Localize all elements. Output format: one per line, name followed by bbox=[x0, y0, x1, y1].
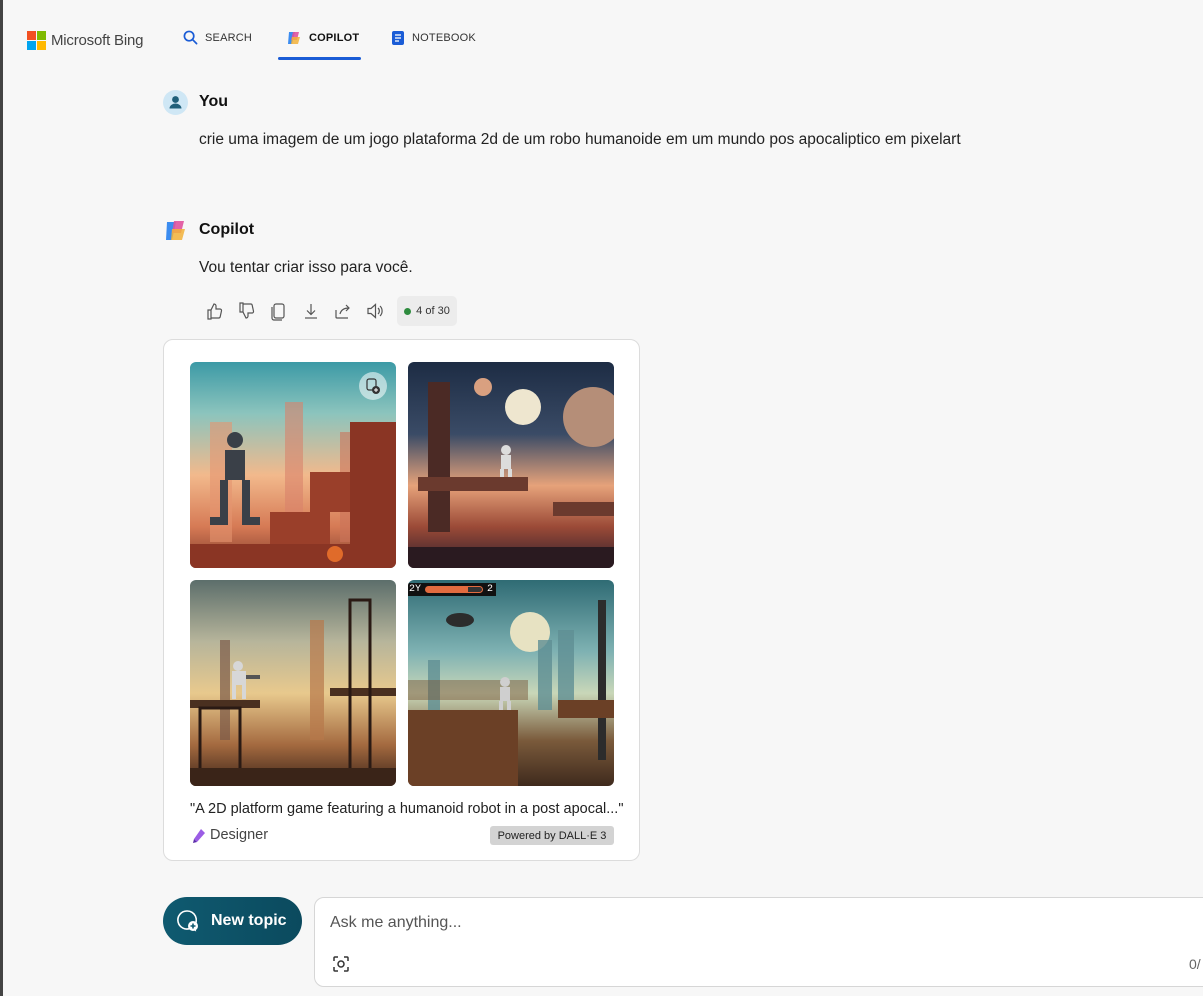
chat-composer: 0/ bbox=[314, 897, 1203, 987]
search-icon bbox=[183, 30, 198, 45]
thumbs-up-icon[interactable] bbox=[205, 301, 225, 321]
new-chat-icon bbox=[177, 910, 198, 932]
user-avatar bbox=[163, 90, 188, 115]
tab-notebook-label: NOTEBOOK bbox=[412, 32, 476, 44]
turn-counter: 4 of 30 bbox=[397, 296, 457, 326]
top-header: Microsoft Bing SEARCH COPILOT NOTEBOOK bbox=[0, 0, 1203, 70]
image-3-art bbox=[190, 598, 396, 786]
notebook-icon bbox=[392, 31, 404, 45]
tab-copilot-label: COPILOT bbox=[309, 32, 360, 44]
copy-icon[interactable] bbox=[269, 301, 289, 321]
designer-icon bbox=[193, 828, 205, 843]
user-message: crie uma imagem de um jogo plataforma 2d… bbox=[199, 131, 961, 148]
tab-copilot[interactable]: COPILOT bbox=[286, 30, 359, 46]
generated-image-3[interactable] bbox=[190, 580, 396, 786]
copilot-avatar-icon bbox=[166, 221, 185, 240]
game-hud: 2Y 2 bbox=[408, 583, 496, 596]
tab-search[interactable]: SEARCH bbox=[183, 30, 252, 45]
microsoft-logo-icon bbox=[27, 31, 46, 50]
designer-label: Designer bbox=[210, 827, 269, 843]
generated-image-2[interactable] bbox=[408, 362, 614, 568]
share-icon[interactable] bbox=[333, 301, 353, 321]
copilot-icon bbox=[288, 32, 300, 44]
brand-name: Microsoft Bing bbox=[51, 32, 144, 49]
active-tab-indicator bbox=[278, 57, 361, 60]
person-icon bbox=[169, 96, 182, 109]
turn-counter-text: 4 of 30 bbox=[416, 305, 450, 317]
speaker-icon[interactable] bbox=[365, 301, 385, 321]
new-topic-label: New topic bbox=[211, 912, 287, 929]
char-counter: 0/ bbox=[1189, 956, 1201, 972]
designer-link[interactable]: Designer bbox=[192, 827, 268, 843]
chat-input[interactable] bbox=[330, 911, 1150, 935]
bing-brand[interactable]: Microsoft Bing bbox=[27, 31, 143, 50]
image-4-art bbox=[408, 600, 614, 786]
message-actions: 4 of 30 bbox=[205, 296, 457, 326]
new-topic-button[interactable]: New topic bbox=[163, 897, 302, 945]
tab-search-label: SEARCH bbox=[205, 31, 253, 44]
hud-left-text: 2Y bbox=[409, 584, 422, 595]
generated-image-1[interactable] bbox=[190, 362, 396, 568]
image-2-art bbox=[408, 378, 614, 568]
download-icon[interactable] bbox=[301, 301, 321, 321]
copy-image-icon bbox=[366, 378, 380, 394]
copy-image-badge[interactable] bbox=[359, 372, 387, 400]
thumbs-down-icon[interactable] bbox=[237, 301, 257, 321]
image-prompt-caption[interactable]: "A 2D platform game featuring a humanoid… bbox=[190, 801, 623, 817]
hud-health-bar bbox=[425, 586, 484, 593]
tab-notebook[interactable]: NOTEBOOK bbox=[391, 30, 476, 46]
status-dot bbox=[404, 307, 412, 315]
copilot-message: Vou tentar criar isso para você. bbox=[199, 259, 413, 276]
image-result-card: 2Y 2 "A 2D platform game featuring a hum… bbox=[163, 339, 640, 861]
copilot-name: Copilot bbox=[199, 221, 255, 238]
visual-search-icon[interactable] bbox=[332, 955, 350, 973]
generated-image-4[interactable]: 2Y 2 bbox=[408, 580, 614, 786]
dalle-badge: Powered by DALL·E 3 bbox=[490, 826, 614, 845]
user-name: You bbox=[199, 93, 229, 110]
window-edge bbox=[0, 0, 3, 996]
hud-right-text: 2 bbox=[487, 584, 494, 595]
